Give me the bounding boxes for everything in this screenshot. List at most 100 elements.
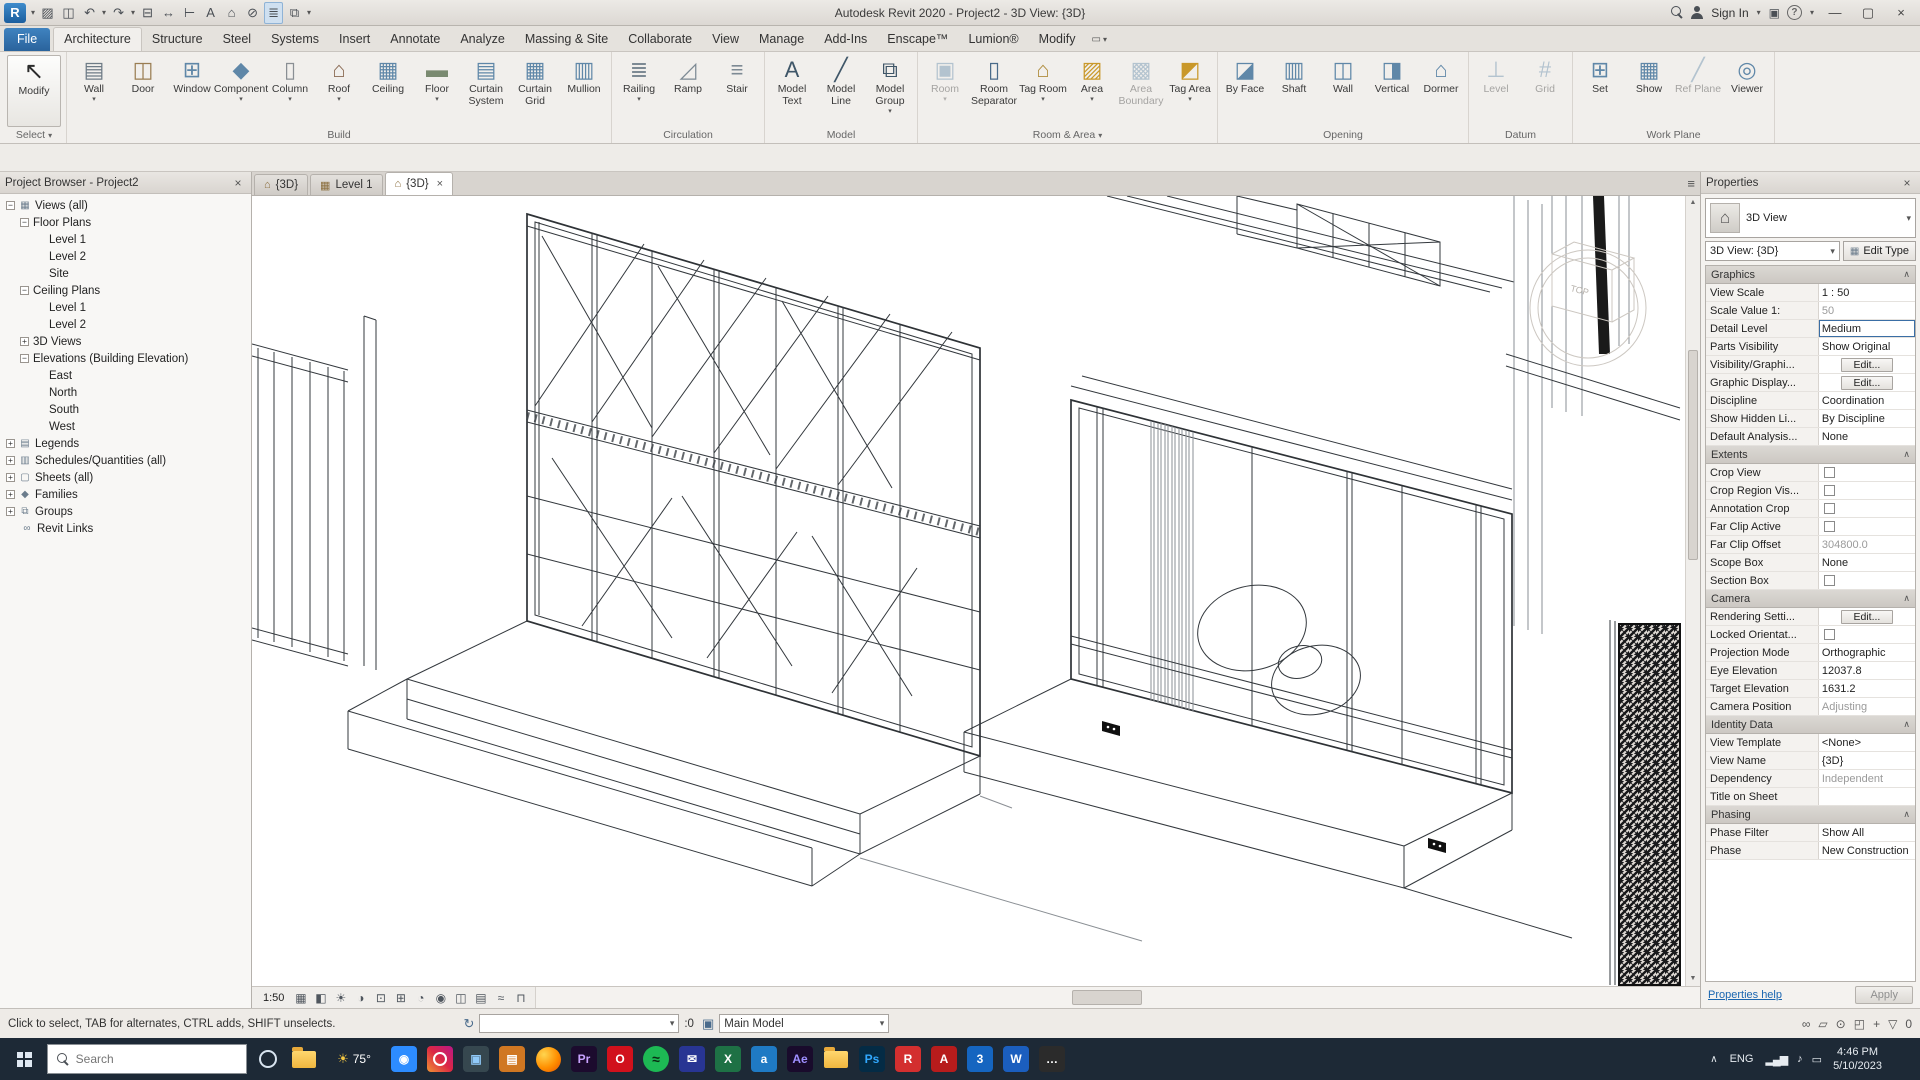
premiere[interactable]: Pr [566, 1041, 602, 1077]
word[interactable]: W [998, 1041, 1034, 1077]
start-button[interactable] [4, 1038, 44, 1080]
tree-expander-icon[interactable]: + [6, 490, 15, 499]
shadows-icon[interactable]: ◑ [352, 991, 369, 1005]
panel-label-datum[interactable]: Datum [1469, 128, 1572, 143]
tree-item-level-1[interactable]: Level 1 [0, 231, 251, 248]
app-store-icon[interactable]: ▣ [1769, 6, 1780, 20]
scroll-up-icon[interactable]: ▲ [1686, 196, 1700, 210]
tree-item-families[interactable]: + ◆ Families [0, 486, 251, 503]
horizontal-scroll-thumb[interactable] [1071, 990, 1142, 1005]
property-value[interactable]: Medium [1819, 320, 1915, 337]
property-value[interactable]: Coordination [1819, 392, 1915, 409]
taskbar-search[interactable] [47, 1044, 247, 1074]
impress[interactable]: ▤ [494, 1041, 530, 1077]
door-button[interactable]: ◫ Door [119, 54, 167, 128]
property-value[interactable]: Edit... [1819, 608, 1915, 625]
select-underlay-icon[interactable]: ▱ [1818, 1017, 1827, 1031]
constraints-icon[interactable]: ⊓ [512, 991, 529, 1005]
tab-view[interactable]: View [702, 28, 749, 51]
property-value[interactable]: Orthographic [1819, 644, 1915, 661]
tab-modify[interactable]: Modify [1029, 28, 1086, 51]
section-identity-data[interactable]: Identity Data ∧ [1706, 716, 1915, 734]
mullion-button[interactable]: ▥ Mullion [560, 54, 608, 128]
action-center-icon[interactable]: ▭ [1812, 1053, 1822, 1066]
property-value[interactable]: Independent [1819, 770, 1915, 787]
tree-expander-icon[interactable]: − [20, 218, 29, 227]
chevron-down-icon[interactable]: ▾ [1906, 213, 1911, 224]
clock[interactable]: 4:46 PM 5/10/2023 [1833, 1045, 1882, 1074]
view-scale-button[interactable]: 1:50 [258, 992, 289, 1004]
type-selector[interactable]: ⌂ 3D View ▾ [1705, 198, 1916, 238]
panel-label-opening[interactable]: Opening [1218, 128, 1468, 143]
instagram[interactable] [422, 1041, 458, 1077]
property-value[interactable]: Show All [1819, 824, 1915, 841]
filter-icon[interactable]: ▽ [1888, 1017, 1897, 1031]
modify-tool-cluster[interactable]: ▭ ▾ [1091, 34, 1106, 51]
tree-item-legends[interactable]: + ▤ Legends [0, 435, 251, 452]
tree-item-3d-views[interactable]: +3D Views [0, 333, 251, 350]
tag-room-button[interactable]: ⌂ Tag Room ▾ [1019, 54, 1067, 128]
tree-item-level-1[interactable]: Level 1 [0, 299, 251, 316]
network-icon[interactable]: ▂▄▆ [1765, 1053, 1788, 1066]
tree-item-north[interactable]: North [0, 384, 251, 401]
tab-analyze[interactable]: Analyze [450, 28, 514, 51]
checkbox[interactable] [1823, 503, 1835, 514]
hidden-icons-chevron[interactable]: ∧ [1710, 1054, 1717, 1065]
edit-type-button[interactable]: ▦ Edit Type [1842, 241, 1916, 261]
cortana[interactable] [250, 1041, 286, 1077]
vertical-scroll-thumb[interactable] [1688, 350, 1698, 560]
tree-expander-icon[interactable]: + [6, 456, 15, 465]
open-icon[interactable]: ▨ [38, 2, 57, 24]
ramp-button[interactable]: ◿ Ramp [664, 54, 712, 128]
photoshop[interactable]: Ps [854, 1041, 890, 1077]
a-app[interactable]: A [926, 1041, 962, 1077]
redo-icon[interactable]: ↷ [109, 2, 128, 24]
property-value[interactable]: Edit... [1819, 356, 1915, 373]
property-value[interactable]: 50 [1819, 302, 1915, 319]
close-icon[interactable]: × [1899, 176, 1915, 190]
viewer-button[interactable]: ◎ Viewer [1723, 54, 1771, 128]
checkbox[interactable] [1823, 575, 1835, 586]
temporary-hide-icon[interactable]: ◔ [412, 991, 429, 1005]
tree-expander-icon[interactable]: + [6, 439, 15, 448]
model-text-button[interactable]: A Model Text [768, 54, 816, 128]
edit-button[interactable]: Edit... [1840, 375, 1894, 390]
language-indicator[interactable]: ENG [1730, 1053, 1754, 1065]
ceiling-button[interactable]: ▦ Ceiling [364, 54, 412, 128]
section-phasing[interactable]: Phasing ∧ [1706, 806, 1915, 824]
close-tab-icon[interactable]: × [437, 178, 443, 190]
close-icon[interactable]: × [230, 176, 246, 190]
drag-on-selection-icon[interactable]: + [1873, 1017, 1880, 1031]
help-icon[interactable]: ? [1786, 5, 1802, 20]
floor-button[interactable]: ▬ Floor ▾ [413, 54, 461, 128]
tree-expander-icon[interactable]: + [20, 337, 29, 346]
sign-in-button[interactable]: Sign In [1711, 6, 1748, 20]
search-icon[interactable] [1671, 6, 1684, 19]
dormer-button[interactable]: ⌂ Dormer [1417, 54, 1465, 128]
chat-app[interactable]: … [1034, 1041, 1070, 1077]
properties-header[interactable]: Properties × [1701, 172, 1920, 194]
tab-enscape[interactable]: Enscape™ [877, 28, 958, 51]
minimize-button[interactable]: — [1822, 5, 1848, 20]
tree-expander-icon[interactable]: − [20, 286, 29, 295]
property-value[interactable]: <None> [1819, 734, 1915, 751]
view-tab-3d[interactable]: ⌂ {3D} × [384, 172, 454, 195]
property-value[interactable]: By Discipline [1819, 410, 1915, 427]
panel-label-circulation[interactable]: Circulation [612, 128, 764, 143]
section-graphics[interactable]: Graphics ∧ [1706, 266, 1915, 284]
text-icon[interactable]: A [201, 2, 220, 24]
tree-expander-icon[interactable]: + [6, 507, 15, 516]
camera-app[interactable]: ◉ [386, 1041, 422, 1077]
property-value[interactable] [1819, 788, 1915, 805]
collapse-icon[interactable]: ∧ [1903, 593, 1910, 604]
tag-area-button[interactable]: ◩ Tag Area ▾ [1166, 54, 1214, 128]
tab-massing-site[interactable]: Massing & Site [515, 28, 618, 51]
by-face-button[interactable]: ◪ By Face [1221, 54, 1269, 128]
panel-label-model[interactable]: Model [765, 128, 917, 143]
tree-expander-icon[interactable]: + [6, 473, 15, 482]
wireframe-3d-view[interactable]: TOP [252, 196, 1700, 986]
photos-app[interactable]: ▣ [458, 1041, 494, 1077]
file-explorer[interactable] [286, 1041, 322, 1077]
view-tab-level-1[interactable]: ▦ Level 1 [310, 174, 383, 195]
tree-item-views-all[interactable]: − ▦ Views (all) [0, 197, 251, 214]
